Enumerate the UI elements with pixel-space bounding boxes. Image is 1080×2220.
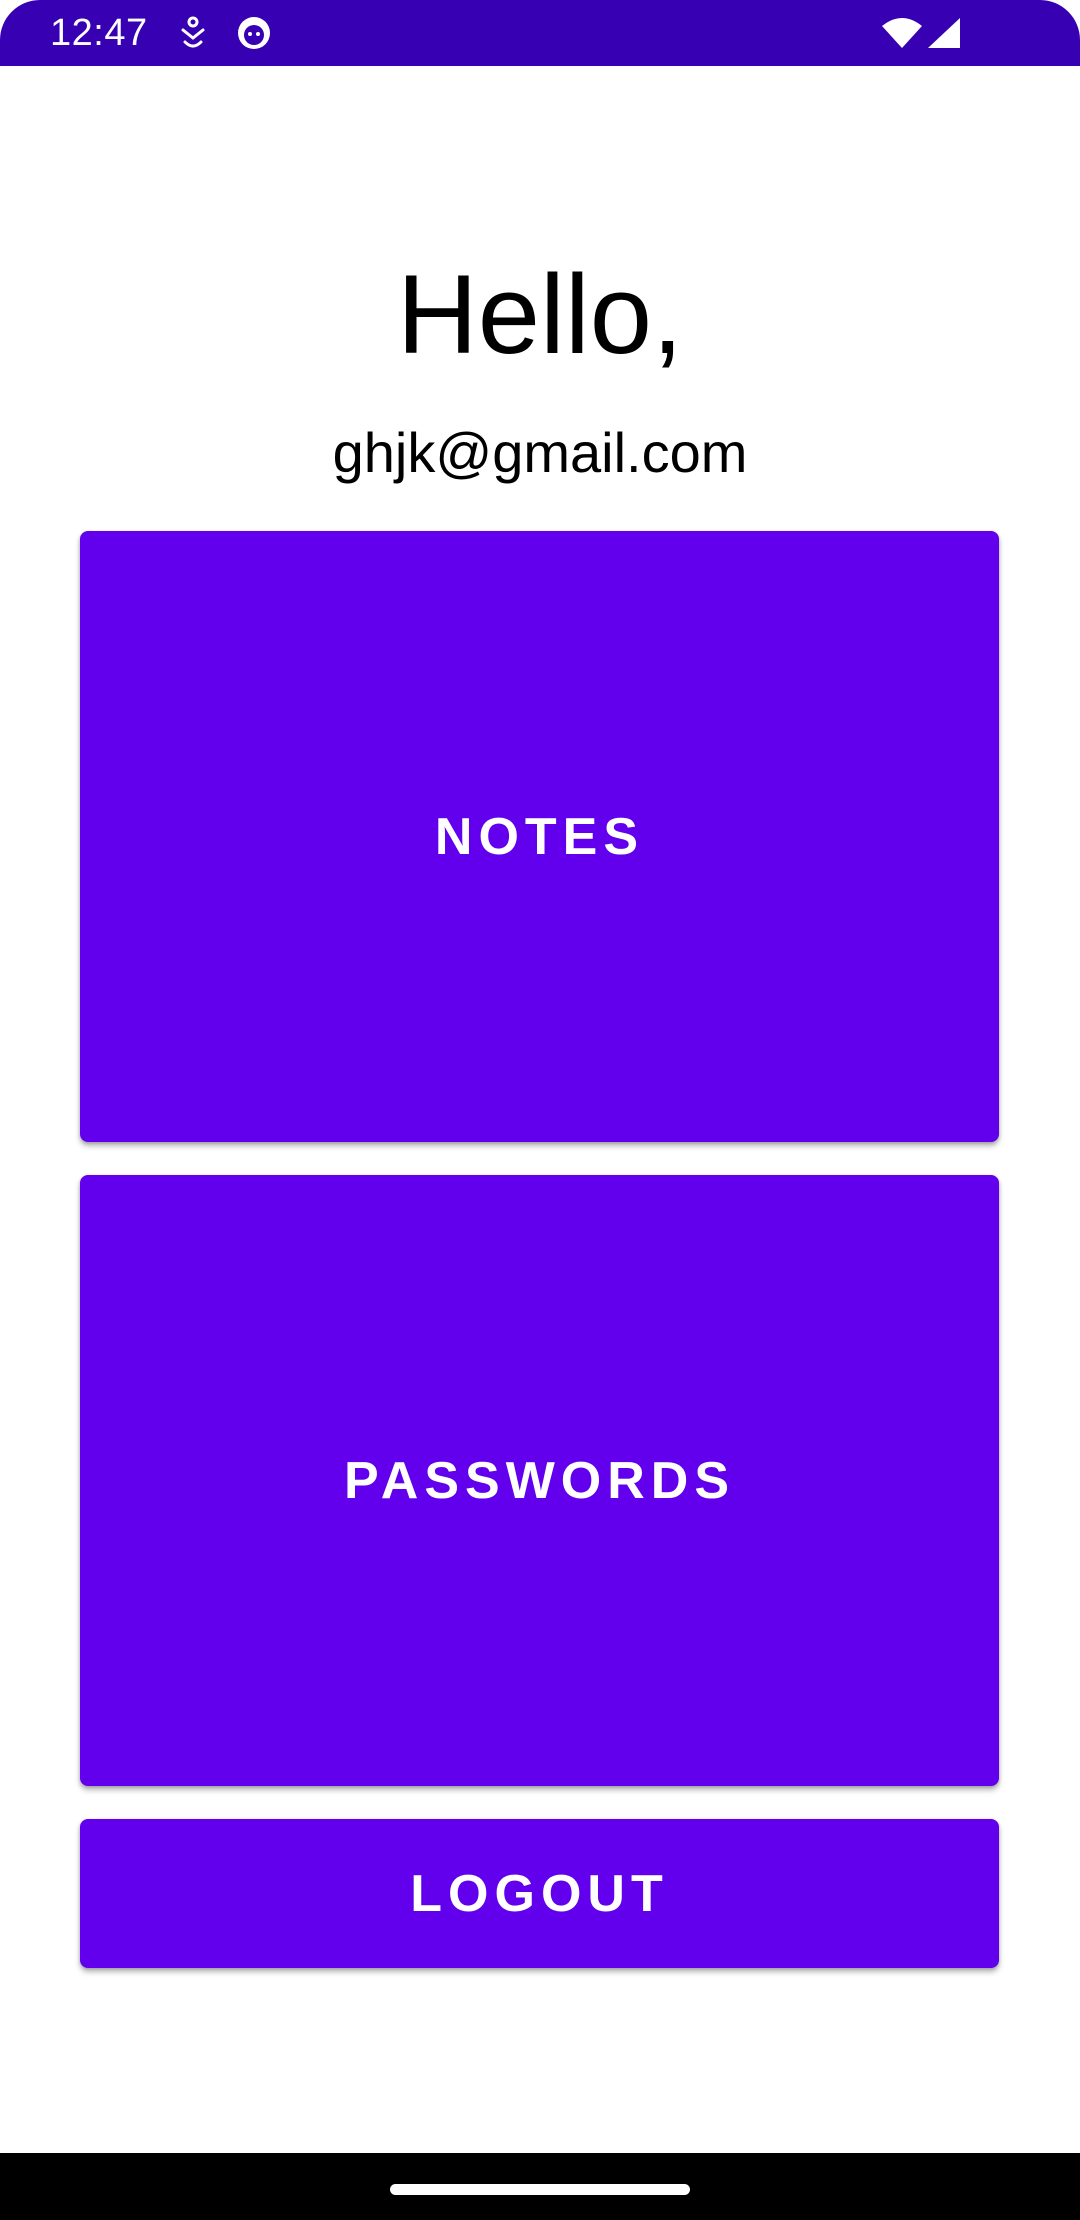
notification-accessibility-icon — [181, 16, 205, 48]
notes-button-label: NOTES — [434, 807, 645, 866]
logout-button[interactable]: LOGOUT — [80, 1819, 999, 1968]
passwords-button[interactable]: PASSWORDS — [80, 1175, 999, 1786]
status-bar: 12:47 — [0, 0, 1080, 66]
wifi-icon — [882, 18, 922, 48]
notification-app-icon — [238, 17, 270, 49]
notes-button[interactable]: NOTES — [80, 531, 999, 1142]
passwords-button-label: PASSWORDS — [343, 1451, 736, 1510]
home-screen: 12:47 Hello, ghjk@gmail.com NOTES PASSWO… — [0, 0, 1080, 2220]
user-email: ghjk@gmail.com — [332, 421, 748, 484]
navigation-bar — [0, 2153, 1080, 2220]
home-gesture-handle[interactable] — [390, 2184, 690, 2195]
logout-button-label: LOGOUT — [410, 1864, 669, 1923]
greeting-title: Hello, — [396, 252, 684, 377]
cellular-signal-icon — [928, 18, 960, 48]
status-time: 12:47 — [50, 12, 148, 54]
